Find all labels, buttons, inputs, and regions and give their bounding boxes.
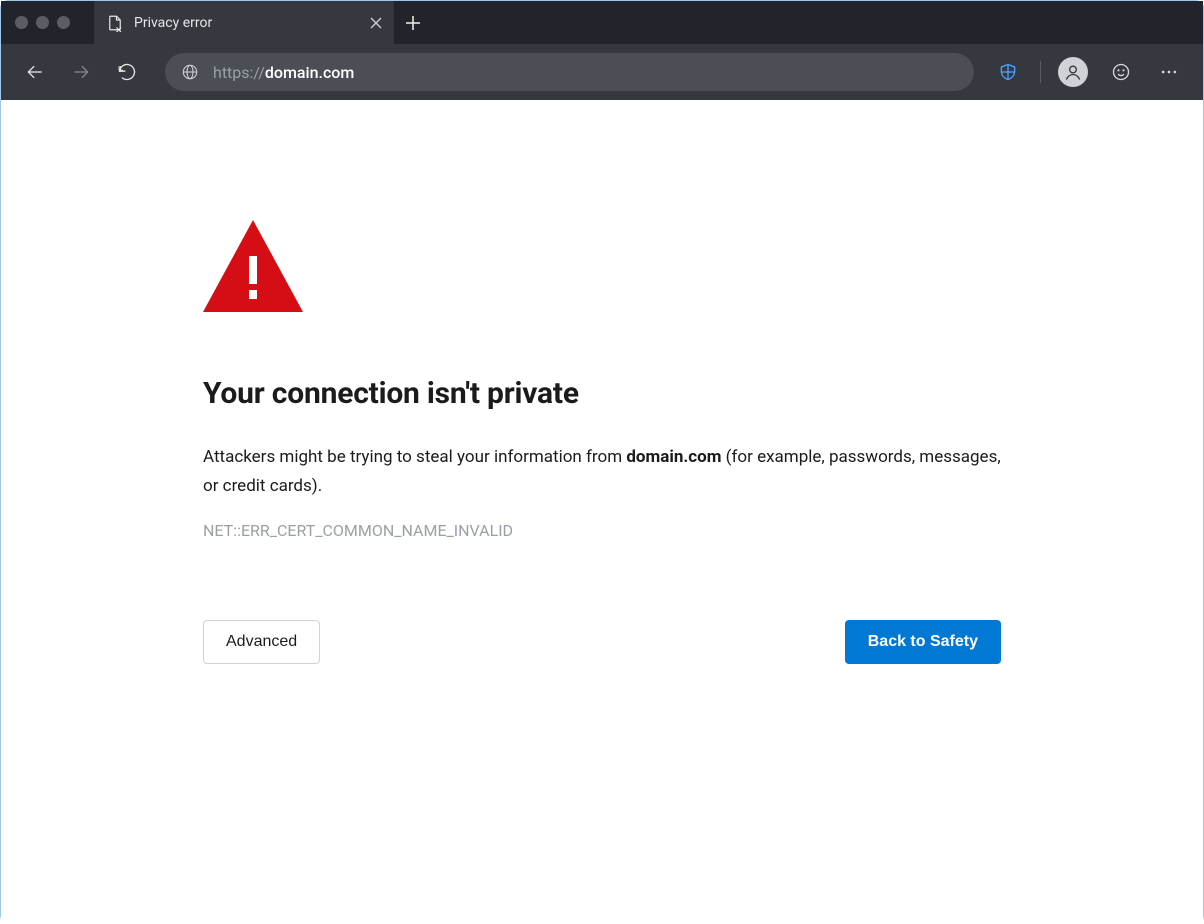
advanced-button[interactable]: Advanced [203, 620, 320, 664]
avatar-icon [1058, 57, 1088, 87]
address-url: https://domain.com [213, 63, 354, 82]
maximize-window-button[interactable] [57, 16, 70, 29]
tracking-prevention-icon[interactable] [988, 52, 1028, 92]
error-domain: domain.com [626, 447, 721, 467]
tab-title: Privacy error [134, 15, 360, 31]
error-body: Attackers might be trying to steal your … [203, 443, 1001, 501]
site-info-icon[interactable] [181, 63, 199, 81]
titlebar: Privacy error [1, 1, 1203, 44]
page-content: Your connection isn't private Attackers … [1, 100, 1203, 924]
url-host: domain.com [265, 63, 354, 82]
back-button[interactable] [15, 52, 55, 92]
new-tab-button[interactable] [394, 1, 432, 44]
address-bar[interactable]: https://domain.com [165, 53, 974, 91]
toolbar: https://domain.com [1, 44, 1203, 100]
minimize-window-button[interactable] [36, 16, 49, 29]
error-headline: Your connection isn't private [203, 376, 1001, 411]
back-to-safety-button[interactable]: Back to Safety [845, 620, 1001, 664]
window-controls [15, 16, 70, 29]
privacy-error-interstitial: Your connection isn't private Attackers … [203, 100, 1001, 664]
refresh-button[interactable] [107, 52, 147, 92]
url-scheme: https:// [213, 63, 265, 82]
feedback-icon[interactable] [1101, 52, 1141, 92]
browser-tab[interactable]: Privacy error [94, 1, 394, 44]
error-body-prefix: Attackers might be trying to steal your … [203, 447, 626, 467]
error-code: NET::ERR_CERT_COMMON_NAME_INVALID [203, 521, 1001, 540]
close-tab-icon[interactable] [370, 17, 382, 29]
toolbar-separator [1040, 61, 1041, 83]
toolbar-right [988, 52, 1189, 92]
warning-triangle-icon [203, 220, 1001, 316]
forward-button[interactable] [61, 52, 101, 92]
insecure-page-icon [106, 14, 124, 32]
profile-button[interactable] [1053, 52, 1093, 92]
close-window-button[interactable] [15, 16, 28, 29]
button-row: Advanced Back to Safety [203, 620, 1001, 664]
more-menu-icon[interactable] [1149, 52, 1189, 92]
